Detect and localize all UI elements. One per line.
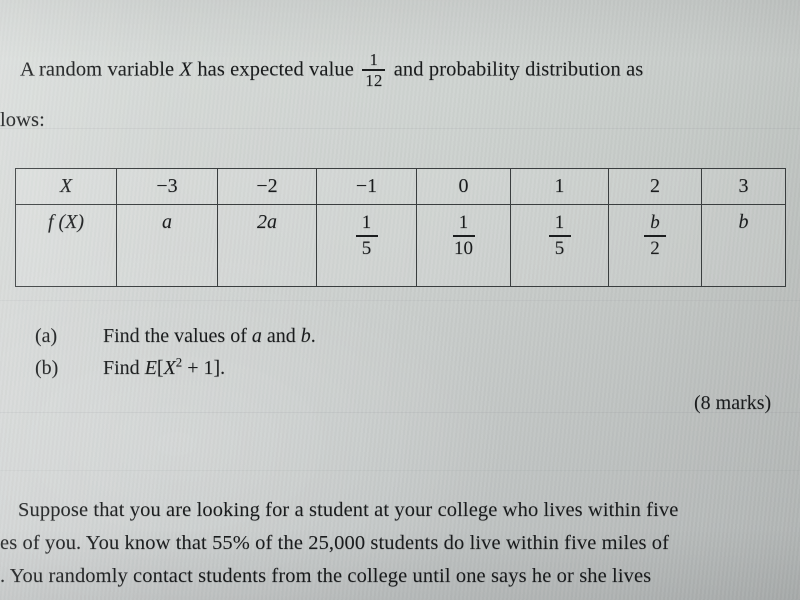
table-cell-x-3: 0 xyxy=(416,168,511,205)
fraction-numerator: 1 xyxy=(369,50,379,69)
cell-fraction: 1 10 xyxy=(452,212,475,259)
table-cell-f-2: 1 5 xyxy=(316,204,417,287)
probability-distribution-table: X −3 −2 −1 0 1 2 3 f (X) a 2a 1 5 1 10 1… xyxy=(15,168,786,287)
table-cell-f-0: a xyxy=(116,204,218,287)
stem-random-variable: X xyxy=(179,58,193,81)
question2-line2: es of you. You know that 55% of the 25,0… xyxy=(0,532,670,554)
table-cell-f-3: 1 10 xyxy=(416,204,511,287)
table-cell-f-1: 2a xyxy=(217,204,317,287)
part-b-variable: X xyxy=(163,357,176,379)
table-row-x-values: X −3 −2 −1 0 1 2 3 xyxy=(15,168,786,205)
part-a-var-a: a xyxy=(251,325,262,347)
table-cell-f-6: b xyxy=(701,204,786,287)
fraction-denominator: 12 xyxy=(365,70,383,90)
table-header-x: X xyxy=(15,168,117,205)
fraction-denominator: 5 xyxy=(361,237,372,259)
cell-value: b xyxy=(738,211,749,233)
table-cell-x-2: −1 xyxy=(316,168,417,205)
part-b-text-end: . xyxy=(220,357,226,379)
paper-crease-line xyxy=(0,128,800,129)
part-b-label: (b) xyxy=(35,357,59,379)
table-cell-f-4: 1 5 xyxy=(510,204,609,287)
expected-value-fraction: 1 12 xyxy=(362,50,386,90)
table-cell-x-6: 3 xyxy=(701,168,786,205)
cell-fraction: b 2 xyxy=(644,212,666,259)
fraction-bar xyxy=(644,235,666,237)
part-a-var-b: b xyxy=(300,325,311,347)
table-cell-x-0: −3 xyxy=(116,168,218,205)
fraction-bar xyxy=(452,235,475,237)
part-a-text-end: . xyxy=(310,325,316,347)
cell-value: a xyxy=(162,211,172,233)
table-cell-x-4: 1 xyxy=(510,168,609,205)
part-b-bracket-open: [ xyxy=(156,357,164,379)
fraction-bar xyxy=(355,235,378,237)
question2-line1: Suppose that you are looking for a stude… xyxy=(18,499,679,521)
stem-text-segment: A random variable xyxy=(20,58,180,81)
question2-line3: . You randomly contact students from the… xyxy=(0,565,652,587)
question1-part-b: (b) Find E[X2 + 1]. xyxy=(35,356,226,380)
cell-fraction: 1 5 xyxy=(548,212,571,259)
scanned-page: A random variable X has expected value 1… xyxy=(0,0,800,600)
part-b-expr-tail: + 1 xyxy=(182,357,214,379)
part-b-expectation-operator: E xyxy=(144,357,157,379)
paper-crease-line xyxy=(0,300,800,301)
cell-value: 2a xyxy=(257,211,277,233)
fraction-bar xyxy=(548,235,571,237)
paper-crease-line xyxy=(0,412,800,413)
table-header-fx: f (X) xyxy=(15,204,117,287)
fraction-numerator: 1 xyxy=(554,212,565,233)
table-cell-x-5: 2 xyxy=(608,168,702,205)
fraction-numerator: 1 xyxy=(458,212,469,233)
row-header-label: X xyxy=(59,175,73,197)
fraction-denominator: 5 xyxy=(554,237,565,259)
cell-fraction: 1 5 xyxy=(355,212,378,259)
question1-stem-line2: lows: xyxy=(0,109,45,131)
table-cell-f-5: b 2 xyxy=(608,204,702,287)
stem-text-segment: has expected value xyxy=(192,58,354,81)
fraction-denominator: 10 xyxy=(454,237,473,259)
fraction-numerator: 1 xyxy=(361,212,372,233)
marks-allocation: (8 marks) xyxy=(694,392,772,414)
fraction-numerator: b xyxy=(650,212,660,233)
question1-stem-line1: A random variable X has expected value 1… xyxy=(20,50,644,90)
part-b-text: Find xyxy=(103,357,145,379)
fraction-denominator: 2 xyxy=(650,237,660,259)
paper-crease-line xyxy=(0,470,800,471)
stem-text-segment: and probability distribution as xyxy=(393,58,644,81)
table-cell-x-1: −2 xyxy=(217,168,317,205)
table-row-f-values: f (X) a 2a 1 5 1 10 1 5 b 2 b xyxy=(15,204,786,287)
part-a-text: Find the values of xyxy=(103,325,252,347)
part-a-label: (a) xyxy=(35,325,58,347)
row-header-label: f (X) xyxy=(47,211,85,233)
part-a-conjunction: and xyxy=(261,325,301,347)
question1-part-a: (a) Find the values of a and b. xyxy=(35,325,316,348)
